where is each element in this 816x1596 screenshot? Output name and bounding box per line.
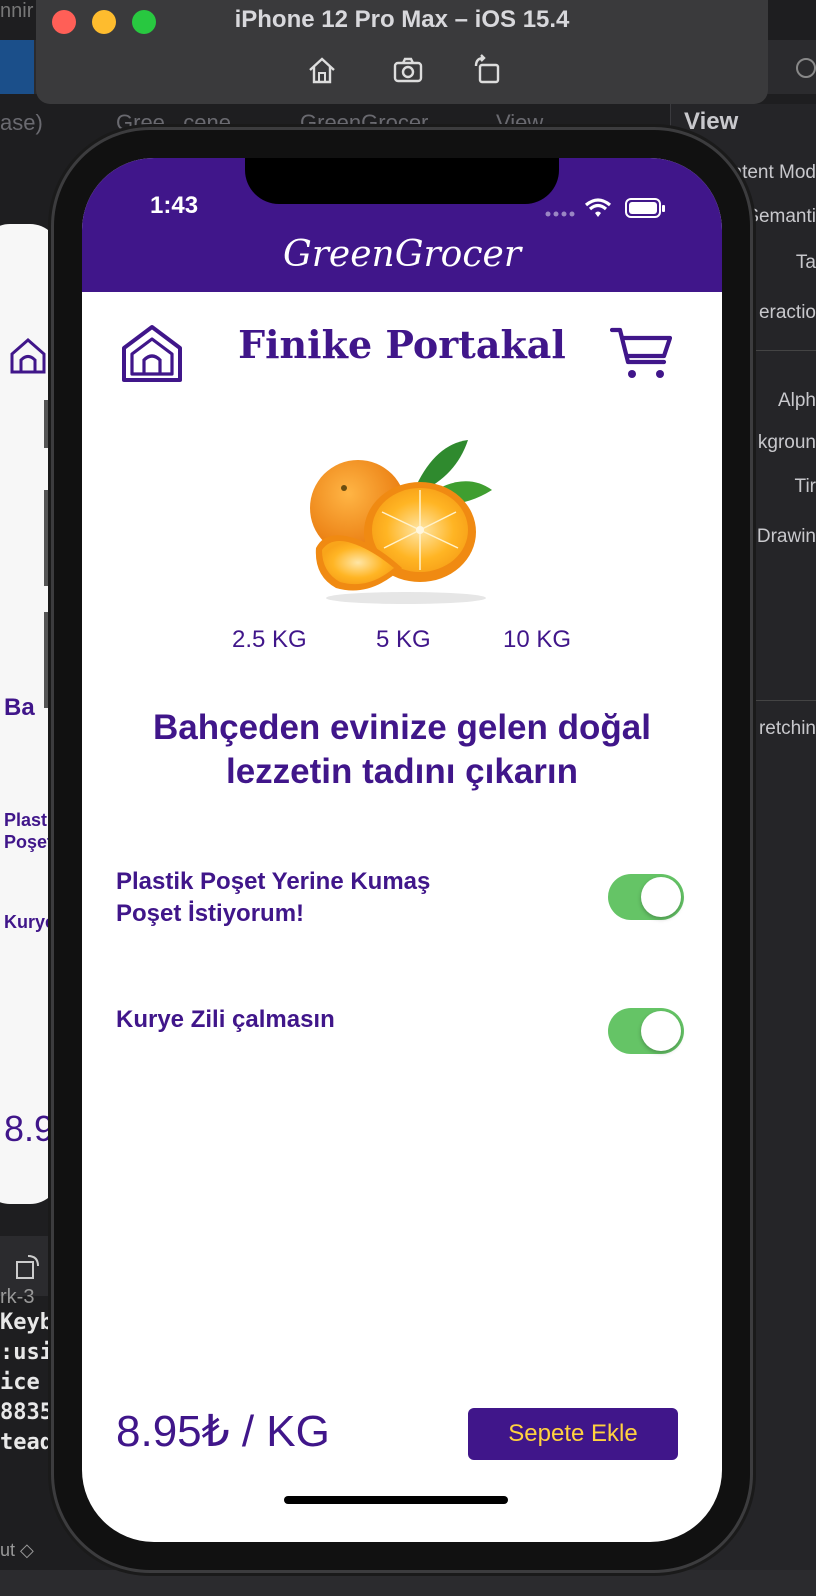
weight-option[interactable]: 5 KG	[376, 626, 431, 654]
preview-price: 8.9	[4, 1108, 55, 1149]
console-line: ice	[0, 1370, 40, 1395]
inspector-title: View	[684, 108, 739, 135]
notch	[245, 158, 559, 204]
status-time: 1:43	[150, 192, 199, 219]
xcode-scheme-indicator	[0, 40, 34, 94]
preview-option-label: Poşet	[4, 832, 54, 852]
app-screen: 1:43 GreenGrocer Finike Portakal 2.5 KG …	[82, 158, 722, 1542]
option-label-cloth-bag: Plastik Poşet Yerine Kumaş Poşet İstiyor…	[116, 868, 431, 927]
wifi-icon	[584, 198, 612, 217]
simulator-titlebar: iPhone 12 Pro Max – iOS 15.4	[36, 0, 768, 104]
weight-option[interactable]: 2.5 KG	[232, 626, 307, 654]
console-line: 8835	[0, 1400, 53, 1425]
xcode-top-fragment: nnir	[0, 0, 34, 22]
inspector-label: Tir	[794, 476, 816, 497]
cart-icon[interactable]	[610, 326, 672, 380]
history-icon[interactable]	[796, 58, 816, 78]
app-title: GreenGrocer	[282, 234, 522, 275]
home-icon[interactable]	[120, 324, 184, 382]
console-line: :usi	[0, 1340, 53, 1365]
console-line: Keyb	[0, 1310, 53, 1335]
inspector-label: kgroun	[757, 432, 816, 453]
toggle-knob	[641, 1011, 681, 1051]
doorbell-toggle[interactable]	[608, 1008, 684, 1054]
canvas-handle	[44, 400, 50, 448]
home-icon	[10, 338, 46, 374]
inspector-label: Drawin	[756, 526, 816, 547]
canvas-preview-phone: Ba Plasti Poşet Kurye 8.9	[0, 224, 60, 1204]
cellular-icon	[545, 211, 575, 217]
inspector-label: retchin	[758, 718, 816, 739]
rotate-device-icon[interactable]	[14, 1252, 44, 1282]
product-price: 8.95₺ / KG	[116, 1407, 330, 1456]
canvas-handle	[44, 490, 50, 586]
cloth-bag-toggle[interactable]	[608, 874, 684, 920]
inspector-label: ntent Mod	[731, 162, 816, 183]
preview-headline: Ba	[4, 694, 35, 721]
battery-icon	[625, 198, 665, 218]
rotate-icon[interactable]	[472, 54, 504, 86]
inspector-divider	[752, 350, 816, 351]
screenshot-icon[interactable]	[392, 54, 424, 86]
product-headline: Bahçeden evinize gelen doğal lezzetin ta…	[153, 708, 651, 791]
preview-option-label: Plasti	[4, 810, 53, 830]
inspector-label: Semanti	[746, 206, 816, 227]
add-to-cart-button[interactable]: Sepete Ekle	[468, 1408, 678, 1460]
inspector-label: Ta	[795, 252, 816, 273]
home-indicator	[284, 1496, 508, 1504]
inspector-label: eractio	[758, 302, 816, 323]
breadcrumb-item[interactable]: ase)	[0, 110, 43, 136]
option-label-doorbell: Kurye Zili çalmasın	[116, 1006, 335, 1033]
console-filter[interactable]: ut ◇	[0, 1540, 34, 1561]
console-line: tead	[0, 1430, 53, 1455]
toggle-knob	[641, 877, 681, 917]
inspector-divider	[752, 700, 816, 701]
xcode-bottom-bar	[0, 1570, 816, 1596]
status-icons	[545, 198, 665, 218]
preview-option-label: Kurye	[4, 912, 56, 932]
console-output: Keyb :usi ice 8835 tead	[0, 1310, 60, 1460]
simulator-phone: 1:43 GreenGrocer Finike Portakal 2.5 KG …	[54, 130, 750, 1570]
console-scheme-label: rk-3	[0, 1286, 35, 1308]
inspector-label: Alph	[777, 390, 816, 411]
orange-image	[310, 440, 492, 604]
home-icon[interactable]	[306, 54, 338, 86]
weight-option[interactable]: 10 KG	[503, 626, 571, 654]
simulator-title: iPhone 12 Pro Max – iOS 15.4	[234, 6, 570, 33]
product-title: Finike Portakal	[238, 322, 566, 367]
canvas-handle	[44, 612, 50, 708]
